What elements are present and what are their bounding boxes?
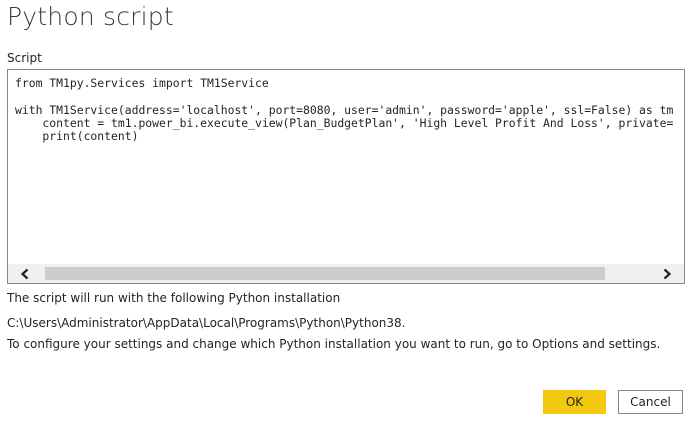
python-path: C:\Users\Administrator\AppData\Local\Pro… bbox=[7, 316, 406, 330]
code-line: from TM1py.Services import TM1Service bbox=[15, 76, 269, 90]
code-line: content = tm1.power_bi.execute_view(Plan… bbox=[15, 115, 674, 130]
scrollbar-thumb[interactable] bbox=[45, 267, 605, 280]
chevron-right-icon bbox=[663, 268, 672, 279]
configure-note: To configure your settings and change wh… bbox=[7, 337, 661, 351]
ok-button[interactable]: OK bbox=[543, 390, 606, 414]
scroll-right-button[interactable] bbox=[650, 264, 684, 283]
code-line: print(content) bbox=[15, 129, 139, 144]
cancel-button[interactable]: Cancel bbox=[618, 390, 683, 414]
chevron-left-icon bbox=[20, 268, 29, 279]
code-area[interactable]: from TM1py.Services import TM1Service wi… bbox=[8, 70, 684, 263]
run-note: The script will run with the following P… bbox=[7, 291, 341, 305]
horizontal-scrollbar[interactable] bbox=[8, 264, 684, 283]
script-editor[interactable]: from TM1py.Services import TM1Service wi… bbox=[7, 69, 685, 284]
dialog-title: Python script bbox=[7, 2, 174, 31]
script-label: Script bbox=[7, 51, 42, 65]
code-line: with TM1Service(address='localhost', por… bbox=[15, 102, 674, 117]
scroll-left-button[interactable] bbox=[8, 264, 42, 283]
